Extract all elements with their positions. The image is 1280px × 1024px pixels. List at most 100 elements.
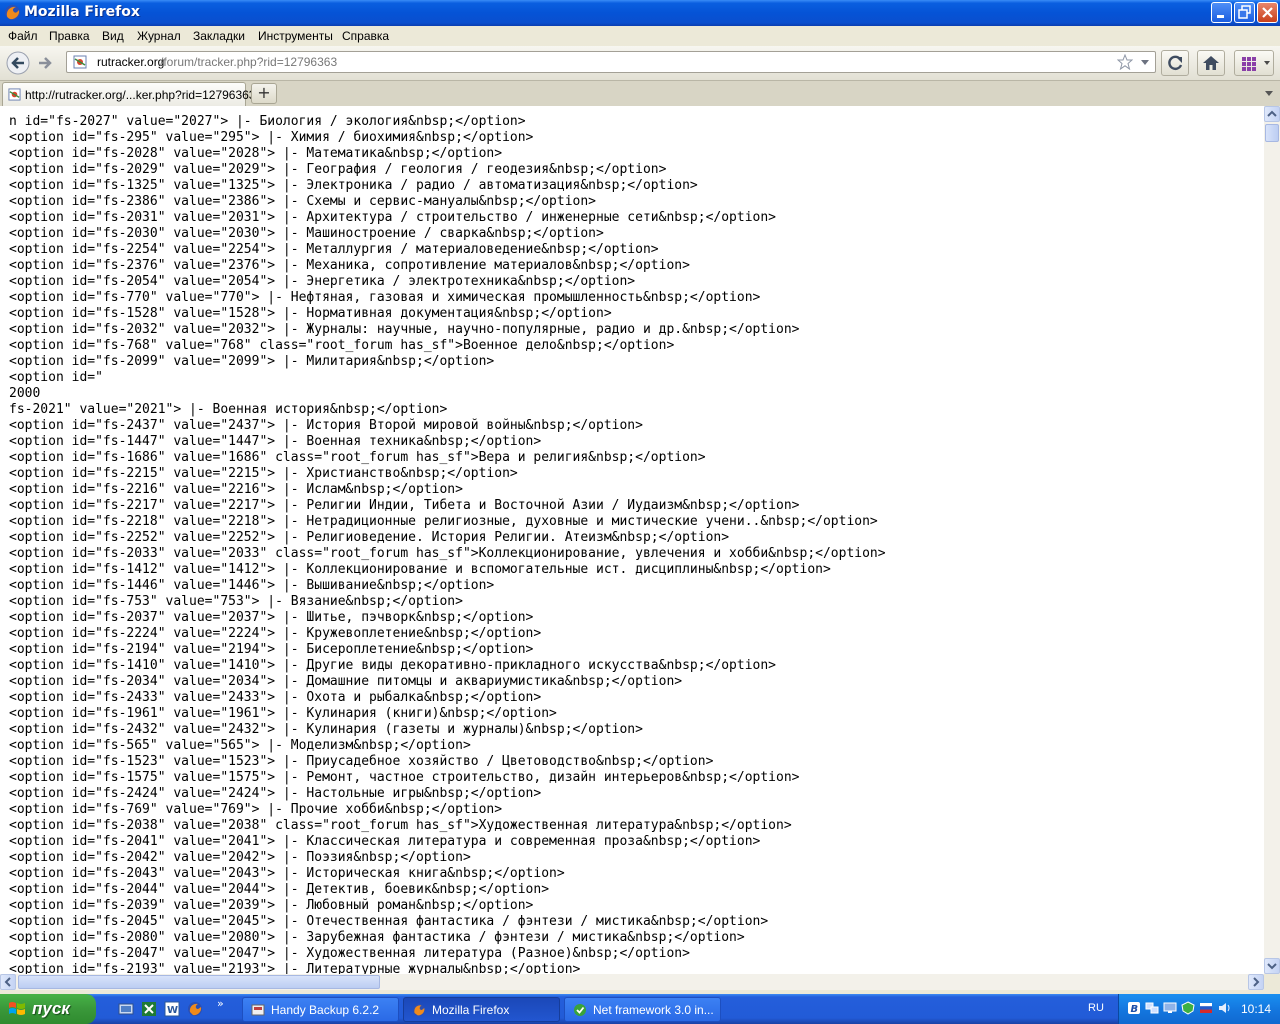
source-line: <option id="fs-2037" value="2037"> |- Ши…: [9, 610, 534, 625]
source-line: <option id="fs-2080" value="2080"> |- За…: [9, 930, 745, 945]
url-history-dropdown-icon[interactable]: [1139, 56, 1151, 68]
tray-volume-icon[interactable]: [1217, 1001, 1231, 1015]
source-line: <option id="fs-2047" value="2047"> |- Ху…: [9, 946, 690, 961]
source-line: <option id="fs-2216" value="2216"> |- Ис…: [9, 482, 463, 497]
navigation-toolbar: rutracker.org /forum/tracker.php?rid=127…: [0, 46, 1280, 81]
scroll-up-button[interactable]: [1264, 106, 1280, 122]
tab-strip: http://rutracker.org/...ker.php?rid=1279…: [0, 81, 1280, 107]
source-line: <option id="fs-2038" value="2038" class=…: [9, 818, 792, 833]
apps-menu-button[interactable]: [1234, 50, 1274, 76]
source-line: <option id="fs-2042" value="2042"> |- По…: [9, 850, 471, 865]
scroll-left-arrow-icon: [4, 977, 11, 987]
source-line: fs-2021" value="2021"> |- Военная истори…: [9, 402, 448, 417]
source-line: <option id="fs-2043" value="2043"> |- Ис…: [9, 866, 565, 881]
vertical-scroll-thumb[interactable]: [1265, 124, 1279, 142]
source-line: <option id="fs-1961" value="1961"> |- Ку…: [9, 706, 557, 721]
firefox-taskbar-icon: [413, 1004, 425, 1016]
scroll-down-button[interactable]: [1264, 958, 1280, 974]
list-all-tabs-icon[interactable]: [1264, 89, 1274, 97]
taskbar-item-handy-backup[interactable]: Handy Backup 6.2.2: [242, 997, 399, 1022]
firefox-quicklaunch-icon[interactable]: [187, 1001, 203, 1017]
horizontal-scroll-thumb[interactable]: [18, 975, 380, 989]
new-tab-button[interactable]: +: [251, 83, 277, 104]
source-line: <option id="fs-2034" value="2034"> |- До…: [9, 674, 683, 689]
bookmark-star-icon[interactable]: [1117, 54, 1133, 70]
scroll-right-button[interactable]: [1248, 974, 1264, 990]
minimize-icon: [1217, 15, 1224, 18]
scroll-right-arrow-icon: [1253, 977, 1260, 987]
taskbar-item-label: Mozilla Firefox: [432, 1003, 510, 1017]
tab-label: http://rutracker.org/...ker.php?rid=1279…: [25, 88, 256, 102]
start-button[interactable]: пуск: [0, 994, 96, 1024]
source-line: <option id="fs-2031" value="2031"> |- Ар…: [9, 210, 777, 225]
source-line: <option id="fs-2432" value="2432"> |- Ку…: [9, 722, 643, 737]
tray-network-icon[interactable]: [1145, 1001, 1159, 1015]
source-line: <option id="fs-2194" value="2194"> |- Би…: [9, 642, 534, 657]
source-line: <option id="fs-770" value="770"> |- Нефт…: [9, 290, 761, 305]
forward-arrow-icon: [39, 57, 52, 69]
restore-button[interactable]: [1234, 2, 1255, 23]
page-content[interactable]: n id="fs-2027" value="2027"> |- Биология…: [0, 106, 1264, 974]
reload-button[interactable]: [1161, 50, 1189, 76]
taskbar-item-firefox[interactable]: Mozilla Firefox: [403, 997, 560, 1022]
menu-file[interactable]: Файл: [8, 29, 38, 43]
close-icon: [1262, 7, 1273, 18]
title-bar[interactable]: Mozilla Firefox: [0, 0, 1280, 26]
clock: 10:14: [1240, 1002, 1271, 1016]
tab-current[interactable]: http://rutracker.org/...ker.php?rid=1279…: [2, 82, 255, 106]
source-line: <option id="fs-1446" value="1446"> |- Вы…: [9, 578, 495, 593]
source-line: <option id="fs-2099" value="2099"> |- Ми…: [9, 354, 495, 369]
scroll-left-button[interactable]: [0, 974, 16, 990]
source-line: n id="fs-2027" value="2027"> |- Биология…: [9, 114, 526, 129]
menu-edit[interactable]: Правка: [49, 29, 90, 43]
source-line: <option id="fs-2376" value="2376"> |- Ме…: [9, 258, 690, 273]
close-button[interactable]: [1257, 2, 1278, 23]
source-text: n id="fs-2027" value="2027"> |- Биология…: [9, 114, 886, 974]
source-line: <option id="fs-2044" value="2044"> |- Де…: [9, 882, 550, 897]
menu-tools[interactable]: Инструменты: [258, 29, 333, 43]
taskbar-item-net-framework[interactable]: Net framework 3.0 in...: [564, 997, 721, 1022]
source-line: <option id="fs-2032" value="2032"> |- Жу…: [9, 322, 800, 337]
source-line: <option id="fs-2041" value="2041"> |- Кл…: [9, 834, 761, 849]
taskbar: пуск W » Handy Backup 6.2.2 Mozilla Fire…: [0, 994, 1280, 1024]
forward-button[interactable]: [34, 51, 58, 75]
horizontal-scrollbar[interactable]: [0, 974, 1264, 990]
quicklaunch-more[interactable]: »: [217, 997, 224, 1010]
minimize-button[interactable]: [1211, 2, 1232, 23]
tray-monitor-icon[interactable]: [1163, 1001, 1177, 1015]
source-line: <option id="fs-2217" value="2217"> |- Ре…: [9, 498, 800, 513]
source-line: <option id="fs-1575" value="1575"> |- Ре…: [9, 770, 800, 785]
menu-help[interactable]: Справка: [342, 29, 389, 43]
vertical-scrollbar[interactable]: [1264, 106, 1280, 974]
language-indicator[interactable]: RU: [1088, 1002, 1104, 1014]
home-button[interactable]: [1197, 50, 1225, 76]
tray-security-icon[interactable]: [1181, 1001, 1195, 1015]
home-icon: [1203, 56, 1219, 70]
menu-view[interactable]: Вид: [102, 29, 124, 43]
show-desktop-icon[interactable]: [118, 1001, 134, 1017]
windows-logo-icon: [9, 1002, 25, 1015]
source-line: <option id="fs-2028" value="2028"> |- Ма…: [9, 146, 503, 161]
url-path: /forum/tracker.php?rid=12796363: [160, 55, 338, 69]
source-line: <option id="fs-1412" value="1412"> |- Ко…: [9, 562, 831, 577]
taskbar-item-label: Net framework 3.0 in...: [593, 1003, 714, 1017]
source-line: <option id="fs-768" value="768" class="r…: [9, 338, 675, 353]
word-icon[interactable]: W: [164, 1001, 180, 1017]
menu-bookmarks[interactable]: Закладки: [193, 29, 245, 43]
menu-bar: Файл Правка Вид Журнал Закладки Инструме…: [0, 26, 1280, 46]
system-tray: B 10:14: [1118, 994, 1280, 1024]
source-line: <option id=": [9, 370, 103, 385]
start-label: пуск: [32, 999, 70, 1018]
back-button[interactable]: [6, 51, 30, 75]
source-line: <option id="fs-2029" value="2029"> |- Ге…: [9, 162, 667, 177]
source-line: <option id="fs-2030" value="2030"> |- Ма…: [9, 226, 604, 241]
tray-b-icon[interactable]: B: [1127, 1001, 1141, 1015]
excel-icon[interactable]: [141, 1001, 157, 1017]
svg-text:B: B: [1131, 1004, 1139, 1015]
menu-history[interactable]: Журнал: [137, 29, 181, 43]
url-bar[interactable]: rutracker.org /forum/tracker.php?rid=127…: [66, 51, 1156, 73]
scrollbar-corner: [1264, 974, 1280, 990]
source-line: <option id="fs-2193" value="2193"> |- Ли…: [9, 962, 581, 974]
tray-flag-icon[interactable]: [1199, 1001, 1213, 1015]
source-line: <option id="fs-2045" value="2045"> |- От…: [9, 914, 769, 929]
